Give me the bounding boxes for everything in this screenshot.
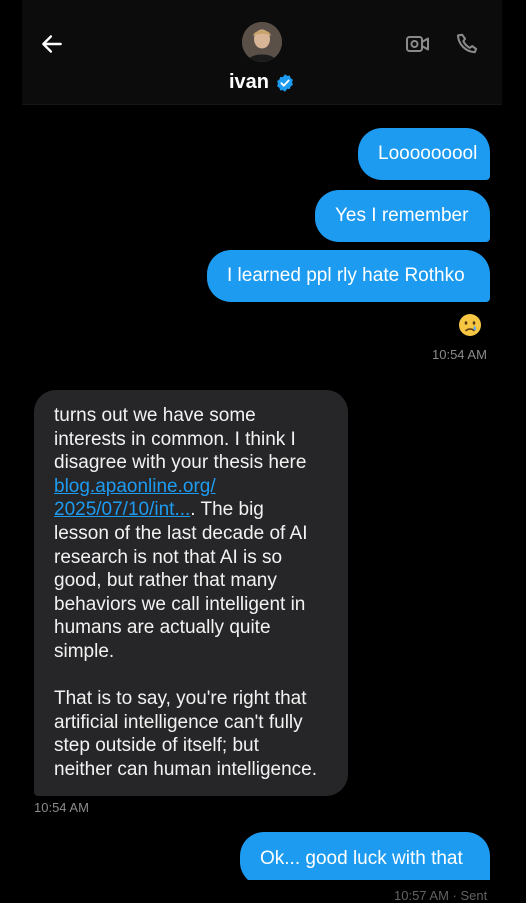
- message-bubble-sent[interactable]: Looooooool: [358, 128, 490, 180]
- message-text: I learned ppl rly hate Rothko: [227, 265, 465, 286]
- contact-name-row[interactable]: ivan: [22, 71, 502, 94]
- message-bubble-sent[interactable]: Yes I remember: [315, 190, 490, 242]
- message-text-continued: . The big lesson of the last decade of A…: [54, 499, 318, 780]
- message-text: Ok... good luck with that: [260, 848, 463, 869]
- message-timestamp: 10:54 AM: [34, 800, 89, 815]
- contact-name: ivan: [228, 71, 270, 93]
- sent-status: 10:57 AM · Sent: [394, 888, 488, 903]
- message-bubble-received[interactable]: turns out we have some interests in comm…: [34, 390, 348, 796]
- message-timestamp: 10:54 AM: [432, 347, 487, 362]
- message-text: Yes I remember: [335, 205, 469, 226]
- video-call-button[interactable]: [402, 28, 434, 60]
- phone-icon: [456, 33, 478, 54]
- video-call-icon: [406, 36, 429, 52]
- crying-face-icon: [459, 314, 481, 336]
- message-text: Looooooool: [378, 143, 478, 164]
- avatar[interactable]: [242, 22, 282, 62]
- message-bubble-sent[interactable]: Ok... good luck with that: [240, 832, 490, 886]
- message-text: turns out we have some interests in comm…: [54, 405, 307, 474]
- arrow-left-icon: [42, 35, 62, 53]
- avatar-image: [242, 22, 282, 62]
- crying-face-reaction[interactable]: [458, 313, 482, 337]
- phone-call-button[interactable]: [452, 28, 484, 60]
- verified-badge-icon: [275, 73, 295, 93]
- back-button[interactable]: [36, 28, 68, 60]
- conversation-header: ivan: [22, 0, 502, 105]
- message-bubble-sent[interactable]: I learned ppl rly hate Rothko: [207, 250, 490, 302]
